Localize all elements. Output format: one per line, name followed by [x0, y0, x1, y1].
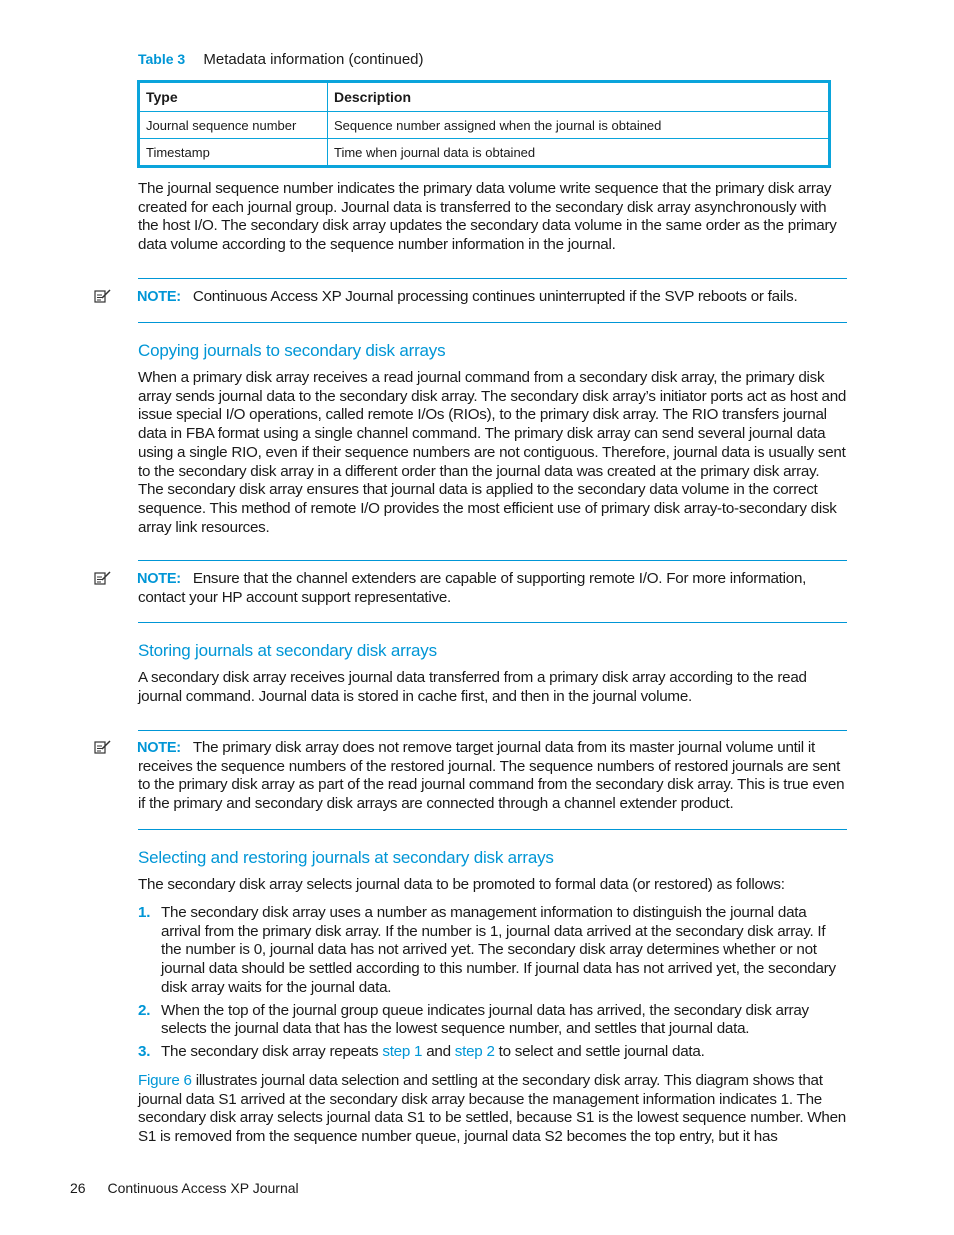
metadata-table: Type Description Journal sequence number… [137, 80, 831, 168]
table-row: Journal sequence number Sequence number … [138, 111, 830, 139]
note-text: Continuous Access XP Journal processing … [192, 288, 798, 305]
steps-list: 1. The secondary disk array uses a numbe… [138, 904, 848, 1066]
note-divider-top [138, 278, 847, 279]
intro-paragraph-text: The journal sequence number indicates th… [138, 180, 837, 254]
step-number: 3. [138, 1042, 151, 1060]
step-text-after: to select and settle journal data. [494, 1042, 705, 1060]
note-divider-bottom [138, 622, 847, 623]
note-label: NOTE: [137, 289, 181, 305]
note-pencil-icon [94, 288, 134, 303]
footer-title: Continuous Access XP Journal [107, 1180, 299, 1196]
note-label: NOTE: [137, 571, 181, 587]
figure-6-link[interactable]: Figure 6 [138, 1072, 192, 1089]
step-1-link[interactable]: step 1 [382, 1043, 422, 1060]
table-cell-type: Timestamp [138, 138, 328, 167]
page-number: 26 [70, 1180, 86, 1196]
note-divider-top [138, 730, 847, 731]
step-2-link[interactable]: step 2 [455, 1043, 495, 1060]
note-pencil-icon [94, 570, 134, 585]
table-caption-label: Table 3 [138, 51, 186, 67]
section-heading-storing: Storing journals at secondary disk array… [138, 641, 437, 660]
table-caption-title: Metadata information (continued) [203, 51, 424, 68]
section-body-storing: A secondary disk array receives journal … [138, 669, 848, 706]
note-text: Ensure that the channel extenders are ca… [138, 570, 807, 606]
table-cell-description: Time when journal data is obtained [327, 138, 830, 167]
step-text: When the top of the journal group queue … [161, 1001, 809, 1038]
figure-paragraph-text: Figure 6 illustrates journal data select… [138, 1072, 848, 1147]
section-body-text: The secondary disk array selects journal… [138, 876, 785, 893]
table-header-type: Type [138, 81, 328, 112]
figure-paragraph-body: illustrates journal data selection and s… [138, 1072, 846, 1146]
note-label: NOTE: [137, 740, 181, 756]
step-item: 3. The secondary disk array repeats step… [138, 1043, 848, 1062]
note-3: NOTE: The primary disk array does not rem… [94, 739, 848, 814]
step-text: The secondary disk array uses a number a… [161, 904, 836, 996]
note-pencil-icon [94, 739, 134, 754]
note-divider-bottom [138, 322, 847, 323]
note-text: The primary disk array does not remove t… [138, 739, 845, 813]
step-item: 2. When the top of the journal group que… [138, 1002, 848, 1039]
figure-paragraph: Figure 6 illustrates journal data select… [138, 1072, 848, 1147]
section-heading-copying: Copying journals to secondary disk array… [138, 341, 446, 360]
step-number: 2. [138, 1001, 151, 1019]
section-body-text: A secondary disk array receives journal … [138, 669, 807, 705]
note-divider-bottom [138, 829, 847, 830]
note-divider-top [138, 560, 847, 561]
section-body-selecting: The secondary disk array selects journal… [138, 876, 848, 895]
table-row: Timestamp Time when journal data is obta… [138, 138, 830, 167]
intro-paragraph: The journal sequence number indicates th… [138, 180, 848, 255]
step-number: 1. [138, 904, 151, 921]
table-header-row: Type Description [138, 81, 830, 112]
step-text-mid: and [422, 1042, 455, 1060]
step-text-before: The secondary disk array repeats [161, 1042, 383, 1060]
section-body-copying: When a primary disk array receives a rea… [138, 369, 848, 537]
table-cell-description: Sequence number assigned when the journa… [327, 111, 830, 139]
note-1: NOTE: Continuous Access XP Journal proces… [94, 288, 848, 307]
note-2: NOTE: Ensure that the channel extenders a… [94, 570, 848, 607]
page-footer: 26 Continuous Access XP Journal [70, 1180, 299, 1196]
section-body-text: When a primary disk array receives a rea… [138, 369, 847, 536]
section-heading-selecting: Selecting and restoring journals at seco… [138, 848, 554, 867]
table-cell-type: Journal sequence number [138, 111, 328, 139]
table-header-description: Description [327, 81, 830, 112]
table-caption: Table 3 Metadata information (continued) [138, 51, 424, 68]
step-item: 1. The secondary disk array uses a numbe… [138, 904, 848, 998]
